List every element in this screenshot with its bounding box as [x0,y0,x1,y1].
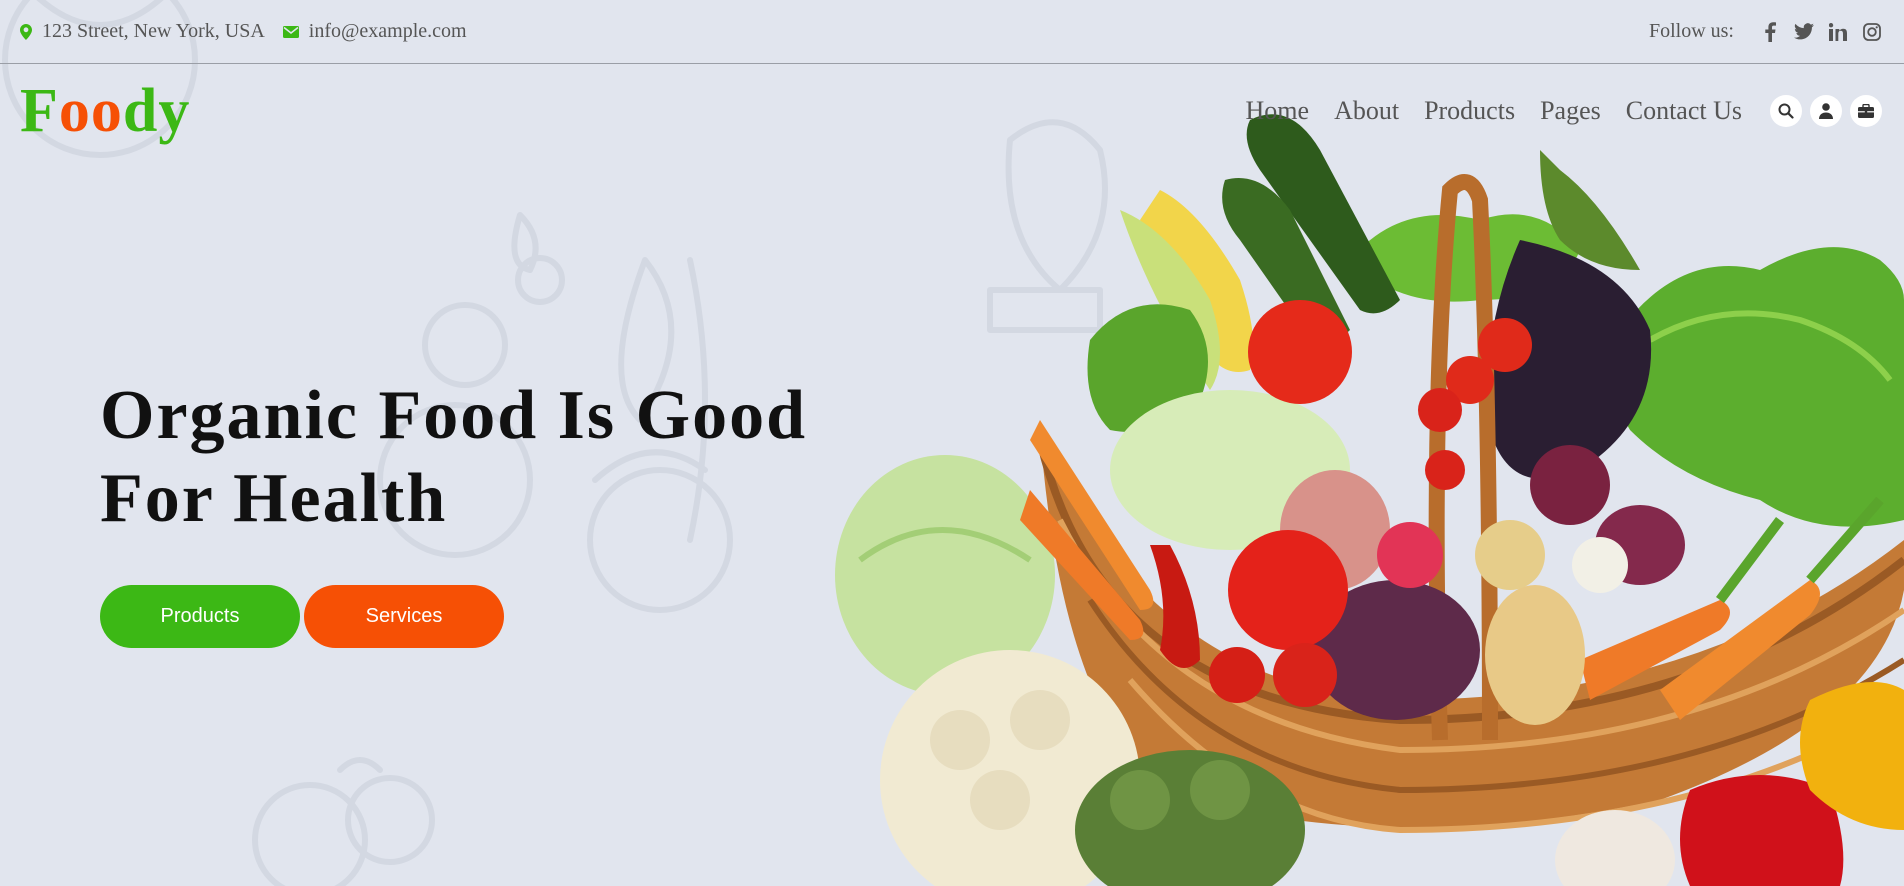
follow-label: Follow us: [1648,20,1734,42]
search-icon[interactable] [1770,95,1802,127]
hero-title-line2: For Health [100,460,448,537]
logo-green-letters: dy [122,77,191,145]
products-button[interactable]: Products [100,585,300,648]
social-links: Follow us: [1649,20,1884,44]
top-bar: 123 Street, New York, USA info@example.c… [0,0,1904,64]
address-item: 123 Street, New York, USA [20,20,265,43]
email-item[interactable]: info@example.com [282,20,467,43]
hero-title-line1: Organic Food Is Good [100,377,808,454]
contact-info: 123 Street, New York, USA info@example.c… [20,20,485,43]
user-icon[interactable] [1810,95,1842,127]
logo-first-letter: F [20,77,59,145]
nav-right: Home About Products Pages Contact Us [1246,95,1882,127]
vegetable-basket-image [835,114,1904,886]
facebook-icon[interactable] [1758,20,1782,44]
brand-logo[interactable]: Foody [20,80,190,142]
map-marker-icon [20,23,32,40]
nav-link-products[interactable]: Products [1424,96,1515,126]
twitter-icon[interactable] [1792,20,1816,44]
main-navbar: Foody Home About Products Pages Contact … [0,65,1904,157]
nav-link-pages[interactable]: Pages [1540,96,1601,126]
services-button[interactable]: Services [304,585,504,648]
hero-title: Organic Food Is Good For Health [100,374,820,540]
logo-rest: oody [59,77,190,145]
instagram-icon[interactable] [1860,20,1884,44]
envelope-icon [282,25,299,38]
nav-link-about[interactable]: About [1334,96,1399,126]
logo-orange-letters: oo [58,77,123,145]
nav-link-contact-us[interactable]: Contact Us [1626,96,1742,126]
linkedin-icon[interactable] [1826,20,1850,44]
address-text: 123 Street, New York, USA [42,20,265,42]
briefcase-icon[interactable] [1850,95,1882,127]
email-text[interactable]: info@example.com [309,20,467,43]
nav-link-home[interactable]: Home [1246,96,1310,126]
nav-links: Home About Products Pages Contact Us [1246,96,1742,126]
nav-icons [1762,95,1882,127]
